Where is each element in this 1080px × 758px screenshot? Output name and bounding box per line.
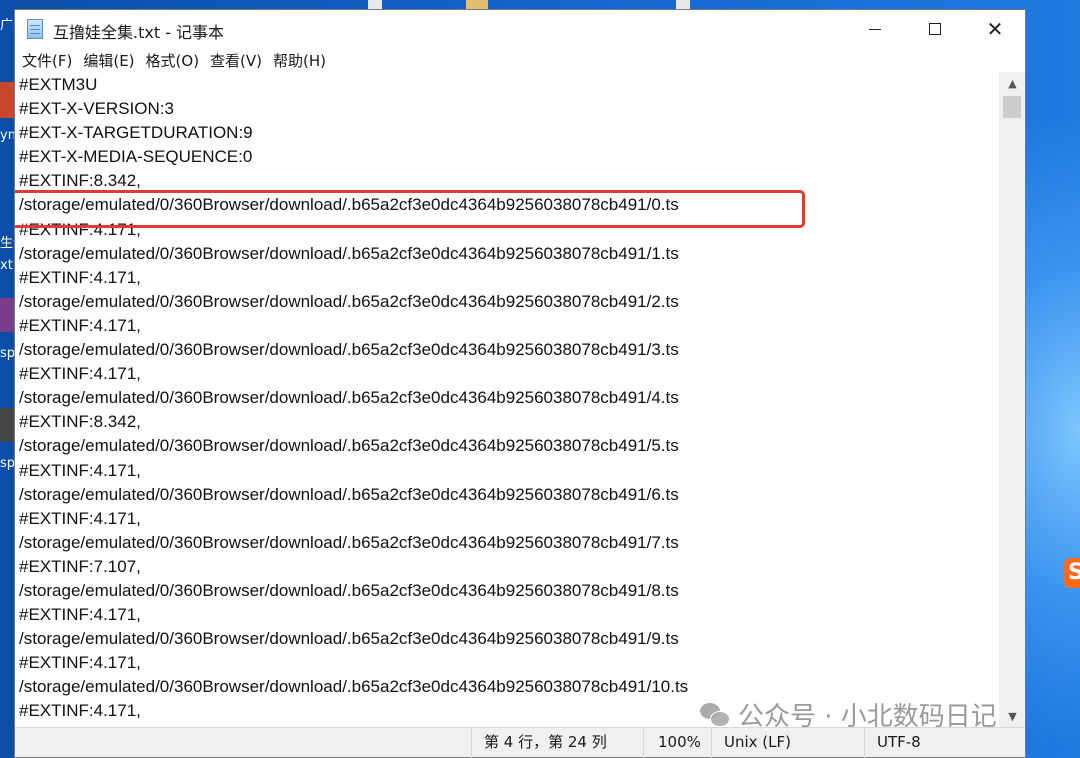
text-line[interactable]: /storage/emulated/0/360Browser/download/… [19, 483, 688, 507]
text-line[interactable]: #EXTINF:4.171, [19, 507, 688, 531]
window-title: 互撸娃全集.txt - 记事本 [53, 23, 225, 42]
sogou-ime-icon[interactable]: S [1064, 558, 1080, 588]
text-line[interactable]: /storage/emulated/0/360Browser/download/… [19, 386, 688, 410]
close-button[interactable]: ✕ [965, 10, 1025, 48]
text-line[interactable]: #EXT-X-TARGETDURATION:9 [19, 121, 688, 145]
text-line[interactable]: #EXTINF:4.171, [19, 266, 688, 290]
text-line[interactable]: /storage/emulated/0/360Browser/download/… [19, 338, 688, 362]
text-line[interactable]: /storage/emulated/0/360Browser/download/… [19, 675, 688, 699]
vertical-scrollbar[interactable]: ▲ ▼ [999, 72, 1025, 727]
scrollbar-thumb[interactable] [1003, 96, 1021, 118]
scroll-up-icon[interactable]: ▲ [1000, 72, 1025, 94]
menu-format[interactable]: 格式(O) [141, 48, 205, 73]
text-line[interactable]: #EXTINF:7.107, [19, 555, 688, 579]
status-zoom: 100% [643, 728, 711, 758]
text-line[interactable]: #EXTINF:4.171, [19, 699, 688, 723]
text-line[interactable]: #EXTINF:8.342, [19, 169, 688, 193]
title-bar[interactable]: 互撸娃全集.txt - 记事本 ✕ [15, 10, 1025, 48]
status-encoding: UTF-8 [864, 728, 1027, 758]
desktop-icon-label[interactable]: sp [0, 346, 15, 361]
text-line[interactable]: #EXTINF:4.171, [19, 218, 688, 242]
desktop-icon-label[interactable]: 广 [0, 18, 13, 33]
menu-view[interactable]: 查看(V) [205, 48, 267, 73]
menu-edit[interactable]: 编辑(E) [78, 48, 139, 73]
text-line[interactable]: /storage/emulated/0/360Browser/download/… [19, 531, 688, 555]
text-line[interactable]: #EXTINF:4.171, [19, 314, 688, 338]
minimize-button[interactable] [845, 10, 905, 48]
text-line[interactable]: #EXT-X-MEDIA-SEQUENCE:0 [19, 145, 688, 169]
status-line-ending: Unix (LF) [711, 728, 864, 758]
text-line[interactable]: /storage/emulated/0/360Browser/download/… [19, 579, 688, 603]
menu-bar: 文件(F) 编辑(E) 格式(O) 查看(V) 帮助(H) [15, 48, 1025, 72]
notepad-app-icon [27, 19, 43, 39]
close-icon: ✕ [986, 17, 1004, 41]
minimize-icon [869, 28, 881, 30]
text-line[interactable]: /storage/emulated/0/360Browser/download/… [19, 434, 688, 458]
maximize-icon [929, 23, 941, 35]
text-line[interactable]: #EXTINF:4.171, [19, 651, 688, 675]
menu-file[interactable]: 文件(F) [17, 48, 77, 73]
text-line[interactable]: /storage/emulated/0/360Browser/download/… [19, 290, 688, 314]
desktop-icon-label[interactable]: xt [0, 258, 13, 273]
text-line[interactable]: /storage/emulated/0/360Browser/download/… [19, 193, 688, 217]
text-line[interactable]: #EXTINF:4.171, [19, 459, 688, 483]
text-line[interactable]: /storage/emulated/0/360Browser/download/… [19, 627, 688, 651]
status-cursor-position: 第 4 行，第 24 列 [471, 728, 643, 758]
text-editor[interactable]: #EXTM3U #EXT-X-VERSION:3 #EXT-X-TARGETDU… [15, 72, 1000, 727]
text-line[interactable]: #EXTM3U [19, 73, 688, 97]
text-line[interactable]: #EXTINF:4.171, [19, 603, 688, 627]
menu-help[interactable]: 帮助(H) [268, 48, 331, 73]
desktop-icon-label[interactable]: sp [0, 456, 15, 471]
maximize-button[interactable] [905, 10, 965, 48]
notepad-window: 互撸娃全集.txt - 记事本 ✕ 文件(F) 编辑(E) 格式(O) 查看(V… [14, 9, 1026, 758]
scroll-down-icon[interactable]: ▼ [1000, 705, 1025, 727]
text-line[interactable]: /storage/emulated/0/360Browser/download/… [19, 242, 688, 266]
text-line[interactable]: #EXT-X-VERSION:3 [19, 97, 688, 121]
editor-lines: #EXTM3U #EXT-X-VERSION:3 #EXT-X-TARGETDU… [19, 73, 688, 724]
text-line[interactable]: #EXTINF:8.342, [19, 410, 688, 434]
text-line[interactable]: #EXTINF:4.171, [19, 362, 688, 386]
status-bar: 第 4 行，第 24 列 100% Unix (LF) UTF-8 [15, 727, 1027, 758]
